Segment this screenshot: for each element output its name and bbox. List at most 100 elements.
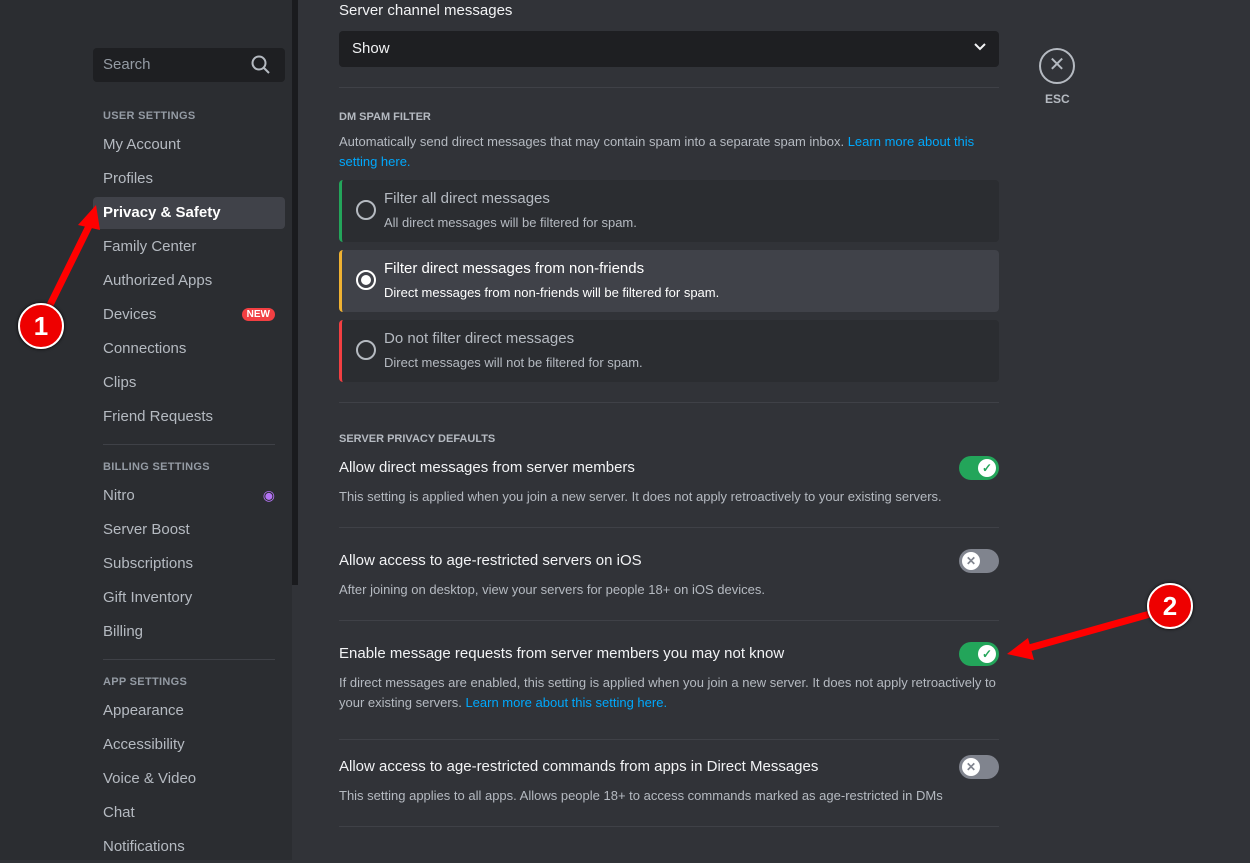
search-input[interactable]: Search [93,48,285,82]
annotation-marker-2: 2 [1147,583,1193,629]
setting-description: If direct messages are enabled, this set… [339,673,999,713]
sidebar-item-privacy-safety[interactable]: Privacy & Safety [93,197,285,229]
radio-button[interactable] [356,340,376,360]
search-placeholder: Search [103,56,151,73]
sidebar-item-label: Profiles [103,170,154,187]
user-settings-header: USER SETTINGS [103,110,196,122]
sidebar-item-nitro[interactable]: Nitro ◉ [93,480,285,512]
sidebar-item-billing[interactable]: Billing [93,616,285,648]
sidebar-item-clips[interactable]: Clips [93,367,285,399]
divider [103,659,275,660]
sidebar-item-accessibility[interactable]: Accessibility [93,729,285,761]
sidebar-item-label: Devices [103,306,157,323]
sidebar-item-gift-inventory[interactable]: Gift Inventory [93,582,285,614]
sidebar-item-notifications[interactable]: Notifications [93,831,285,863]
desc-text: This setting is applied when you join a … [339,489,942,504]
sidebar-item-label: Privacy & Safety [103,204,221,221]
esc-label: ESC [1045,92,1070,106]
sidebar-item-label: Voice & Video [103,770,197,787]
sidebar-item-subscriptions[interactable]: Subscriptions [93,548,285,580]
setting-description: This setting applies to all apps. Allows… [339,786,999,806]
spam-option[interactable]: Filter all direct messages All direct mes… [339,180,999,242]
radio-button[interactable] [356,270,376,290]
setting-title: Allow access to age-restricted commands … [339,758,819,775]
sidebar-item-voice-video[interactable]: Voice & Video [93,763,285,795]
sidebar-item-server-boost[interactable]: Server Boost [93,514,285,546]
divider [339,826,999,827]
setting-title: Allow direct messages from server member… [339,459,635,476]
sidebar-item-profiles[interactable]: Profiles [93,163,285,195]
check-icon: ✓ [978,645,996,663]
settings-sidebar: Search USER SETTINGS BILLING SETTINGS AP… [0,0,292,860]
nitro-icon: ◉ [262,487,275,503]
divider [339,402,999,403]
desc-text: This setting applies to all apps. Allows… [339,788,943,803]
setting-description: This setting is applied when you join a … [339,487,999,507]
sidebar-item-label: Billing [103,623,144,640]
option-description: Direct messages from non-friends will be… [384,285,720,300]
sidebar-item-label: Family Center [103,238,197,255]
search-icon [251,55,271,79]
sidebar-item-chat[interactable]: Chat [93,797,285,829]
desc-text: If direct messages are enabled, this set… [339,675,996,710]
divider [103,444,275,445]
sidebar-item-label: Friend Requests [103,408,214,425]
spam-option[interactable]: Do not filter direct messages Direct mess… [339,320,999,382]
setting-title: Enable message requests from server memb… [339,645,785,662]
setting-toggle[interactable]: ✓ [959,642,999,666]
sidebar-item-authorized-apps[interactable]: Authorized Apps [93,265,285,297]
annotation-arrow-2 [1018,610,1154,654]
x-icon: ✕ [962,552,980,570]
check-icon: ✓ [978,459,996,477]
sidebar-item-label: Authorized Apps [103,272,213,289]
sidebar-item-label: Accessibility [103,736,185,753]
sidebar-item-label: Subscriptions [103,555,194,572]
chevron-down-icon [973,39,987,57]
spam-option[interactable]: Filter direct messages from non-friends D… [339,250,999,312]
option-description: Direct messages will not be filtered for… [384,355,643,370]
x-icon: ✕ [962,758,980,776]
sidebar-item-label: Clips [103,374,137,391]
learn-more-link[interactable]: Learn more about this setting here. [465,695,667,710]
sidebar-item-label: Notifications [103,838,185,855]
sidebar-item-label: Connections [103,340,187,357]
divider [339,739,999,740]
sidebar-item-label: Nitro [103,487,135,504]
sidebar-item-devices[interactable]: Devices NEW [93,299,285,331]
close-button[interactable]: ✕ [1039,48,1075,84]
divider [339,620,999,621]
option-title: Filter direct messages from non-friends [384,260,645,277]
app-settings-header: APP SETTINGS [103,676,188,688]
arrow-head-2-icon [1007,638,1034,660]
option-description: All direct messages will be filtered for… [384,215,637,230]
radio-button[interactable] [356,200,376,220]
sidebar-scrollbar[interactable] [292,0,298,585]
server-channel-label: Server channel messages [339,2,513,19]
setting-description: After joining on desktop, view your serv… [339,580,999,600]
option-title: Do not filter direct messages [384,330,575,347]
sidebar-item-friend-requests[interactable]: Friend Requests [93,401,285,433]
desc-text: Automatically send direct messages that … [339,134,848,149]
server-channel-select[interactable]: Show [339,31,999,67]
close-icon: ✕ [1048,54,1066,76]
sidebar-item-label: Server Boost [103,521,190,538]
divider [339,87,999,88]
new-badge: NEW [241,308,275,321]
spam-filter-header: DM SPAM FILTER [339,111,431,123]
annotation-marker-1: 1 [18,303,64,349]
setting-toggle[interactable]: ✕ [959,549,999,573]
setting-toggle[interactable]: ✓ [959,456,999,480]
sidebar-item-label: Appearance [103,702,184,719]
sidebar-item-label: Chat [103,804,135,821]
billing-settings-header: BILLING SETTINGS [103,461,210,473]
select-value: Show [352,40,390,57]
option-title: Filter all direct messages [384,190,550,207]
setting-toggle[interactable]: ✕ [959,755,999,779]
sidebar-item-my-account[interactable]: My Account [93,129,285,161]
sidebar-item-family-center[interactable]: Family Center [93,231,285,263]
sidebar-item-connections[interactable]: Connections [93,333,285,365]
sidebar-item-appearance[interactable]: Appearance [93,695,285,727]
spam-filter-description: Automatically send direct messages that … [339,132,999,172]
sidebar-item-label: My Account [103,136,181,153]
setting-title: Allow access to age-restricted servers o… [339,552,642,569]
